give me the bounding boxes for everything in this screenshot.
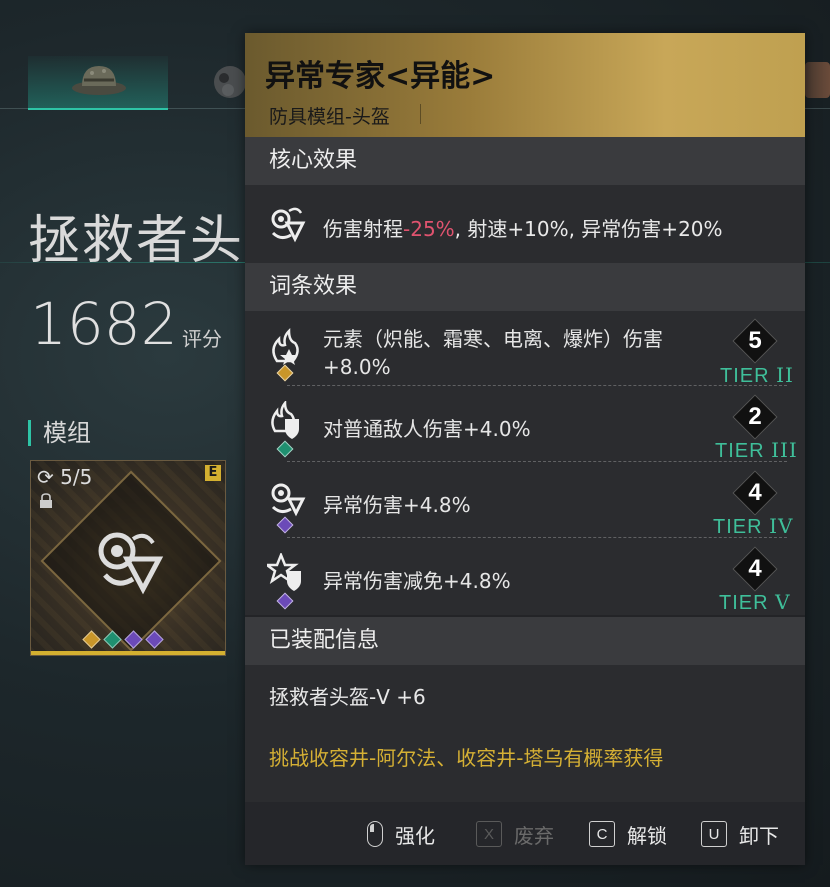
swirl-icon: [271, 483, 306, 517]
key-x: X: [476, 821, 502, 847]
gas-mask-icon[interactable]: [208, 62, 248, 102]
tier-level-value: 4: [748, 555, 762, 582]
star-shield-icon: [267, 553, 301, 591]
gem-diamond: [82, 630, 101, 649]
affix-text: 异常伤害减免+4.8%: [323, 569, 511, 593]
score-value: 1682: [30, 290, 178, 358]
tier-label: TIER IV: [713, 514, 793, 539]
affix-heading: 词条效果: [245, 263, 805, 311]
tier-roman: II: [776, 363, 794, 387]
tier-level-value: 4: [748, 479, 762, 506]
core-effect-text: 伤害射程-25%, 射速+10%, 异常伤害+20%: [323, 213, 723, 242]
equipped-info-heading: 已装配信息: [245, 617, 805, 665]
lock-icon: [40, 493, 52, 508]
tier-level-value: 2: [748, 403, 762, 430]
key-u: U: [701, 821, 727, 847]
tier-label: TIER V: [719, 590, 791, 615]
tier-level-value: 5: [748, 327, 762, 354]
module-name: 异常专家<异能>: [265, 59, 496, 94]
module-gems: [82, 630, 164, 649]
core-effect-heading-text: 核心效果: [269, 148, 358, 173]
affix-divider: [287, 385, 787, 386]
module-count-value: 5/5: [60, 465, 93, 489]
affix-divider: [287, 461, 787, 462]
unequip-label: 卸下: [739, 823, 779, 848]
mouse-left-click-icon: [367, 821, 383, 847]
grade-badge: E: [205, 465, 221, 481]
unequip-button[interactable]: U 卸下: [701, 820, 779, 848]
tier-prefix: TIER: [719, 592, 769, 614]
affix-divider: [287, 537, 787, 538]
gem-diamond: [124, 630, 143, 649]
tier-prefix: TIER: [713, 516, 763, 538]
discard-button[interactable]: X 废弃: [476, 820, 554, 848]
affix-text: 异常伤害+4.8%: [323, 493, 471, 517]
enhance-label: 强化: [395, 823, 435, 848]
subtitle-separator: [420, 104, 421, 124]
affix-text: 元素（炽能、霜寒、电离、爆炸）伤害+8.0%: [323, 327, 663, 379]
core-effect-negative: -25%: [403, 217, 455, 241]
core-effect-suffix: , 射速+10%, 异常伤害+20%: [454, 217, 723, 241]
flame-shield-icon: [271, 401, 299, 439]
score-label: 评分: [182, 327, 222, 351]
flame-star-icon: [272, 327, 299, 365]
module-count: ⟳ 5/5: [37, 465, 93, 489]
equipped-info-heading-text: 已装配信息: [269, 628, 380, 653]
acquisition-source: 挑战收容井-阿尔法、收容井-塔乌有概率获得: [269, 746, 664, 770]
module-type: 防具模组-头盔: [269, 106, 390, 128]
tier-prefix: TIER: [715, 440, 765, 462]
anomaly-swirl-icon: [271, 207, 306, 243]
anomaly-module-icon: [98, 532, 164, 595]
tier-label: TIER III: [715, 438, 798, 463]
tier-roman: III: [771, 438, 798, 462]
gem-diamond: [145, 630, 164, 649]
key-c: C: [589, 821, 615, 847]
affix-heading-text: 词条效果: [269, 274, 358, 299]
module-tooltip-panel: 异常专家<异能> 防具模组-头盔 核心效果 伤害射程-25%, 射速+10%, …: [245, 33, 805, 865]
module-slot-card[interactable]: ⟳ 5/5 E: [30, 460, 226, 656]
affix-text: 对普通敌人伤害+4.0%: [323, 417, 531, 441]
gem-diamond: [103, 630, 122, 649]
enhance-button[interactable]: 强化: [367, 820, 435, 848]
core-effect-prefix: 伤害射程: [323, 217, 403, 241]
module-section-label: 模组: [28, 420, 91, 446]
discard-label: 废弃: [514, 823, 554, 848]
tab-item-right[interactable]: [805, 62, 830, 98]
helmet-icon: [72, 66, 126, 95]
tier-prefix: TIER: [720, 365, 770, 387]
tier-roman: V: [775, 590, 791, 614]
core-effect-heading: 核心效果: [245, 137, 805, 185]
unlock-label: 解锁: [627, 823, 667, 848]
unlock-button[interactable]: C 解锁: [589, 820, 667, 848]
rarity-bar: [31, 651, 225, 655]
tier-roman: IV: [769, 514, 794, 538]
panel-header: 异常专家<异能> 防具模组-头盔: [245, 33, 805, 137]
equipped-item-name: 拯救者头盔-V +6: [269, 685, 426, 709]
